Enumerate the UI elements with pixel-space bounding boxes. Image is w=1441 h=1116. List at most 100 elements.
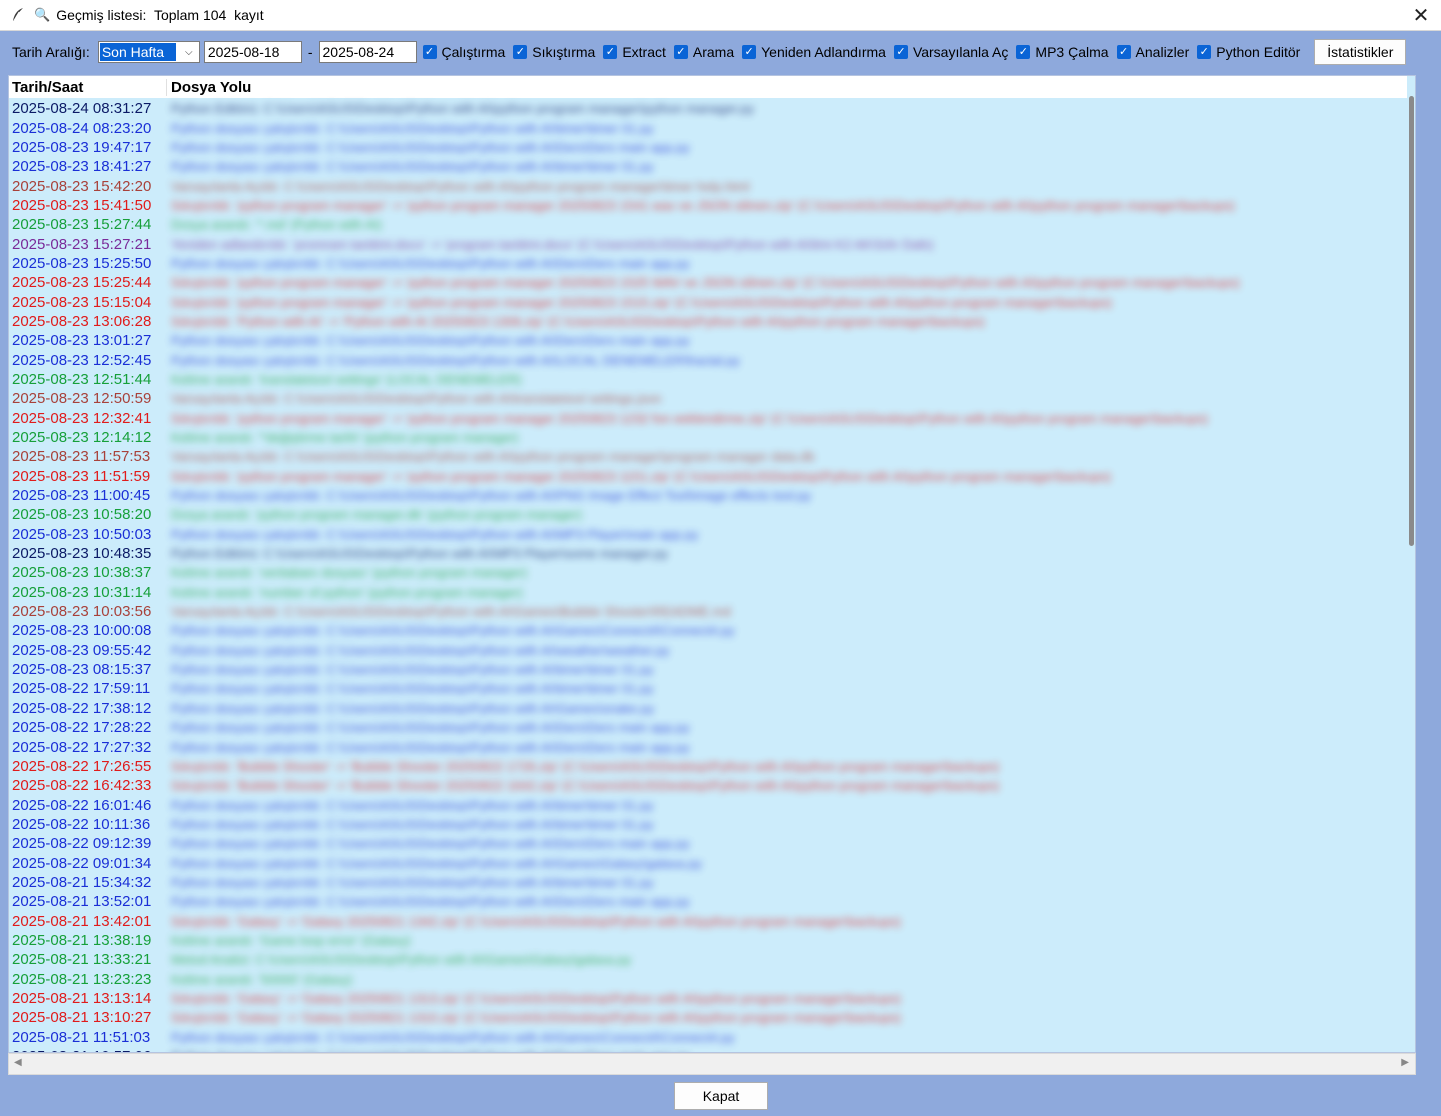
checkmark-icon: ✓	[1197, 45, 1212, 59]
vertical-scrollbar[interactable]	[1407, 76, 1415, 1052]
table-row[interactable]: 2025-08-22 17:28:22 Python dosyası çalışt…	[9, 718, 1407, 737]
row-path: Python dosyası çalıştırıldı: C:\Users\AS…	[171, 720, 690, 736]
filter-yeniden-adlandirma-checkbox[interactable]: ✓ Yeniden Adlandırma	[742, 44, 886, 60]
date-range-combobox[interactable]: Son Hafta ⌵	[97, 41, 200, 63]
table-row[interactable]: 2025-08-21 13:10:27 Sıkıştırıldı: 'Galaxy…	[9, 1008, 1407, 1027]
table-row[interactable]: 2025-08-22 17:38:12 Python dosyası çalışt…	[9, 699, 1407, 718]
table-row[interactable]: 2025-08-22 16:01:46 Python dosyası çalışt…	[9, 795, 1407, 814]
table-row[interactable]: 2025-08-23 15:41:50 Sıkıştırıldı: 'python…	[9, 196, 1407, 215]
row-datetime: 2025-08-23 13:06:28	[12, 312, 152, 330]
table-row[interactable]: 2025-08-21 13:23:23 Kelime arandı: '50000…	[9, 969, 1407, 988]
row-path: Python dosyası çalıştırıldı: C:\Users\AS…	[171, 120, 654, 136]
table-row[interactable]: 2025-08-23 15:25:44 Sıkıştırıldı: 'python…	[9, 273, 1407, 292]
table-row[interactable]: 2025-08-23 10:00:08 Python dosyası çalışt…	[9, 621, 1407, 640]
filter-varsayilanla-ac-checkbox[interactable]: ✓ Varsayılanla Aç	[893, 44, 1008, 60]
table-row[interactable]: 2025-08-23 12:14:12 Kelime arandı: '*deği…	[9, 428, 1407, 447]
row-path: Python dosyası çalıştırıldı: C:\Users\AS…	[171, 739, 690, 755]
checkmark-icon: ✓	[742, 45, 757, 59]
table-row[interactable]: 2025-08-23 09:55:42 Python dosyası çalışt…	[9, 641, 1407, 660]
table-row[interactable]: 2025-08-23 15:15:04 Sıkıştırıldı: 'python…	[9, 292, 1407, 311]
table-row[interactable]: 2025-08-22 16:42:33 Sıkıştırıldı: 'Bubble…	[9, 776, 1407, 795]
row-datetime: 2025-08-21 13:52:01	[12, 893, 152, 911]
row-path: Python dosyası çalıştırıldı: C:\Users\AS…	[171, 855, 703, 871]
filter-arama-checkbox[interactable]: ✓ Arama	[673, 44, 734, 60]
table-row[interactable]: 2025-08-22 10:11:36 Python dosyası çalışt…	[9, 815, 1407, 834]
date-to-input[interactable]: 2025-08-24	[318, 41, 417, 63]
window-close-button[interactable]: ✕	[1401, 0, 1441, 30]
filter-sikistirma-checkbox[interactable]: ✓ Sıkıştırma	[513, 44, 595, 60]
table-row[interactable]: 2025-08-23 11:57:53 Varsayılanla Açıldı: …	[9, 447, 1407, 466]
table-row[interactable]: 2025-08-23 10:48:35 Python Editörü: C:\Us…	[9, 544, 1407, 563]
row-datetime: 2025-08-21 13:10:27	[12, 1009, 152, 1027]
row-datetime: 2025-08-23 18:41:27	[12, 158, 152, 176]
row-datetime: 2025-08-23 10:03:56	[12, 603, 152, 621]
row-path: Kelime arandı: 'Game loop error' (Galaxy…	[171, 932, 411, 948]
table-row[interactable]: 2025-08-24 08:23:20 Python dosyası çalışt…	[9, 118, 1407, 137]
table-row[interactable]: 2025-08-23 11:51:59 Sıkıştırıldı: 'python…	[9, 467, 1407, 486]
table-row[interactable]: 2025-08-23 10:50:03 Python dosyası çalışt…	[9, 525, 1407, 544]
filter-label: Analizler	[1135, 44, 1190, 60]
row-path: Sıkıştırıldı: 'python program manager' -…	[171, 468, 1112, 484]
table-row[interactable]: 2025-08-23 15:25:50 Python dosyası çalışt…	[9, 254, 1407, 273]
scroll-left-icon[interactable]: ◀	[14, 1057, 22, 1068]
table-row[interactable]: 2025-08-21 13:52:01 Python dosyası çalışt…	[9, 892, 1407, 911]
row-path: Python dosyası çalıştırıldı: C:\Users\AS…	[171, 642, 670, 658]
table-row[interactable]: 2025-08-23 15:27:44 Dosya arandı: '*.md' …	[9, 215, 1407, 234]
filter-python-editor-checkbox[interactable]: ✓ Python Editör	[1197, 44, 1300, 60]
table-row[interactable]: 2025-08-23 13:01:27 Python dosyası çalışt…	[9, 331, 1407, 350]
filter-analizler-checkbox[interactable]: ✓ Analizler	[1116, 44, 1190, 60]
table-row[interactable]: 2025-08-23 12:32:41 Sıkıştırıldı: 'python…	[9, 409, 1407, 428]
table-row[interactable]: 2025-08-23 12:51:44 Kelime arandı: 'trans…	[9, 370, 1407, 389]
table-row[interactable]: 2025-08-21 13:38:19 Kelime arandı: 'Game …	[9, 931, 1407, 950]
table-row[interactable]: 2025-08-23 18:41:27 Python dosyası çalışt…	[9, 157, 1407, 176]
row-datetime: 2025-08-22 16:01:46	[12, 796, 152, 814]
row-datetime: 2025-08-23 12:52:45	[12, 351, 152, 369]
table-row[interactable]: 2025-08-21 11:51:03 Python dosyası çalışt…	[9, 1028, 1407, 1047]
table-row[interactable]: 2025-08-22 09:01:34 Python dosyası çalışt…	[9, 853, 1407, 872]
table-row[interactable]: 2025-08-23 15:42:20 Varsayılanla Açıldı: …	[9, 176, 1407, 195]
filter-label: Çalıştırma	[441, 44, 506, 60]
table-row[interactable]: 2025-08-21 15:34:32 Python dosyası çalışt…	[9, 873, 1407, 892]
table-row[interactable]: 2025-08-23 10:03:56 Varsayılanla Açıldı: …	[9, 602, 1407, 621]
filter-extract-checkbox[interactable]: ✓ Extract	[603, 44, 666, 60]
filter-label: Extract	[622, 44, 666, 60]
row-datetime: 2025-08-23 13:01:27	[12, 332, 152, 350]
filter-calistirma-checkbox[interactable]: ✓ Çalıştırma	[422, 44, 506, 60]
row-datetime: 2025-08-23 12:50:59	[12, 390, 152, 408]
table-row[interactable]: 2025-08-23 11:00:45 Python dosyası çalışt…	[9, 486, 1407, 505]
table-row[interactable]: 2025-08-22 09:12:39 Python dosyası çalışt…	[9, 834, 1407, 853]
scrollbar-thumb[interactable]	[1409, 96, 1414, 546]
scroll-right-icon[interactable]: ▶	[1401, 1057, 1409, 1068]
column-header-path[interactable]: Dosya Yolu	[167, 79, 251, 96]
table-row[interactable]: 2025-08-24 08:31:27 Python Editörü: C:\Us…	[9, 99, 1407, 118]
table-row[interactable]: 2025-08-23 13:06:28 Sıkıştırıldı: 'Python…	[9, 312, 1407, 331]
table-row[interactable]: 2025-08-23 10:31:14 Kelime arandı: 'numbe…	[9, 583, 1407, 602]
table-row[interactable]: 2025-08-22 17:59:11 Python dosyası çalışt…	[9, 679, 1407, 698]
statistics-button[interactable]: İstatistikler	[1314, 39, 1407, 65]
table-row[interactable]: 2025-08-23 10:58:20 Dosya arandı: 'python…	[9, 505, 1407, 524]
table-row[interactable]: 2025-08-23 12:50:59 Varsayılanla Açıldı: …	[9, 389, 1407, 408]
history-table[interactable]: Tarih/Saat Dosya Yolu 2025-08-24 08:31:2…	[8, 75, 1416, 1053]
row-path: Python dosyası çalıştırıldı: C:\Users\AS…	[171, 526, 699, 542]
row-datetime: 2025-08-22 17:59:11	[12, 680, 151, 698]
table-row[interactable]: 2025-08-21 13:33:21 Metod Analizi: C:\Use…	[9, 950, 1407, 969]
table-row[interactable]: 2025-08-22 17:26:55 Sıkıştırıldı: 'Bubble…	[9, 757, 1407, 776]
table-row[interactable]: 2025-08-23 10:38:37 Kelime arandı: 'verit…	[9, 563, 1407, 582]
date-from-input[interactable]: 2025-08-18	[203, 41, 302, 63]
row-datetime: 2025-08-23 10:48:35	[12, 545, 152, 563]
row-datetime: 2025-08-23 15:15:04	[12, 293, 152, 311]
close-button[interactable]: Kapat	[674, 1082, 768, 1110]
table-row[interactable]: 2025-08-21 13:13:14 Sıkıştırıldı: 'Galaxy…	[9, 989, 1407, 1008]
row-path: Python Editörü: C:\Users\ASUS\Desktop\Py…	[171, 546, 669, 562]
horizontal-scrollbar[interactable]: ◀ ▶	[8, 1053, 1416, 1075]
table-row[interactable]: 2025-08-23 12:52:45 Python dosyası çalışt…	[9, 350, 1407, 369]
table-row[interactable]: 2025-08-23 08:15:37 Python dosyası çalışt…	[9, 660, 1407, 679]
table-row[interactable]: 2025-08-23 15:27:21 Yeniden adlandırıldı:…	[9, 234, 1407, 253]
table-row[interactable]: 2025-08-23 19:47:17 Python dosyası çalışt…	[9, 138, 1407, 157]
table-row[interactable]: 2025-08-21 13:42:01 Sıkıştırıldı: 'Galaxy…	[9, 911, 1407, 930]
row-path: Varsayılanla Açıldı: C:\Users\ASUS\Deskt…	[171, 604, 731, 620]
column-header-date[interactable]: Tarih/Saat	[9, 78, 167, 96]
filter-mp3-calma-checkbox[interactable]: ✓ MP3 Çalma	[1016, 44, 1109, 60]
chevron-down-icon[interactable]: ⌵	[179, 42, 199, 62]
table-row[interactable]: 2025-08-22 17:27:32 Python dosyası çalışt…	[9, 737, 1407, 756]
